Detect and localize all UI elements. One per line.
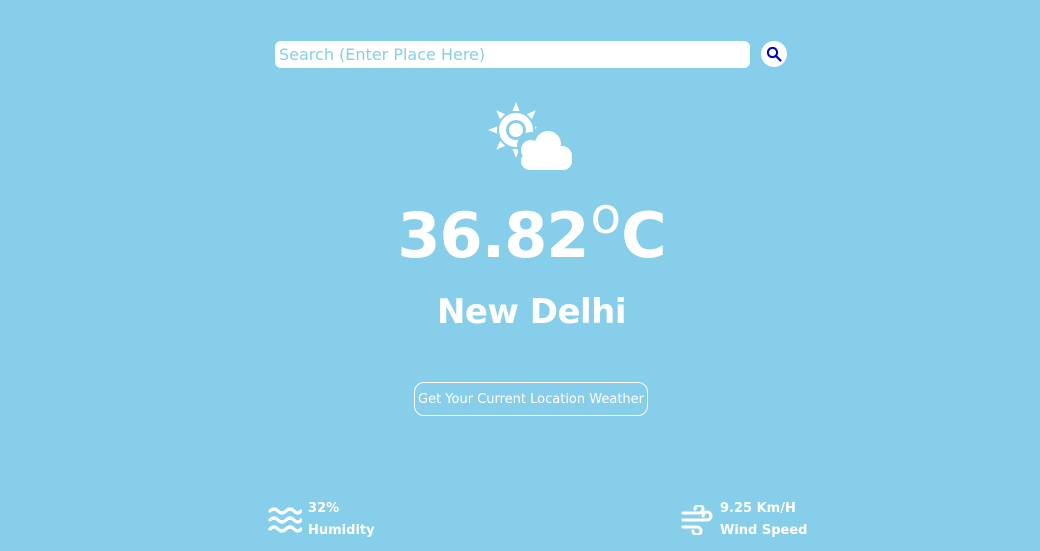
humidity-value: 32% — [308, 501, 340, 516]
search-bar[interactable] — [275, 41, 750, 68]
city-name: New Delhi — [436, 292, 627, 332]
search-icon — [766, 46, 782, 62]
wind-icon — [680, 503, 714, 537]
temperature-unit: C — [621, 199, 667, 272]
current-location-button[interactable]: Get Your Current Location Weather — [414, 382, 648, 416]
water-waves-icon — [268, 503, 302, 537]
search-button[interactable] — [761, 41, 787, 67]
degree-symbol: o — [590, 187, 622, 245]
wind-speed-value: 9.25 Km/H — [720, 501, 796, 516]
humidity-stat: 32% Humidity — [268, 498, 375, 542]
wind-stat: 9.25 Km/H Wind Speed — [680, 498, 808, 542]
temperature-value: 36.82 — [397, 199, 589, 272]
wind-speed-label: Wind Speed — [720, 523, 808, 538]
humidity-label: Humidity — [308, 523, 375, 538]
temperature: 36.82oC — [0, 187, 1040, 280]
search-input[interactable] — [275, 41, 750, 68]
sun-cloud-icon — [488, 102, 576, 174]
